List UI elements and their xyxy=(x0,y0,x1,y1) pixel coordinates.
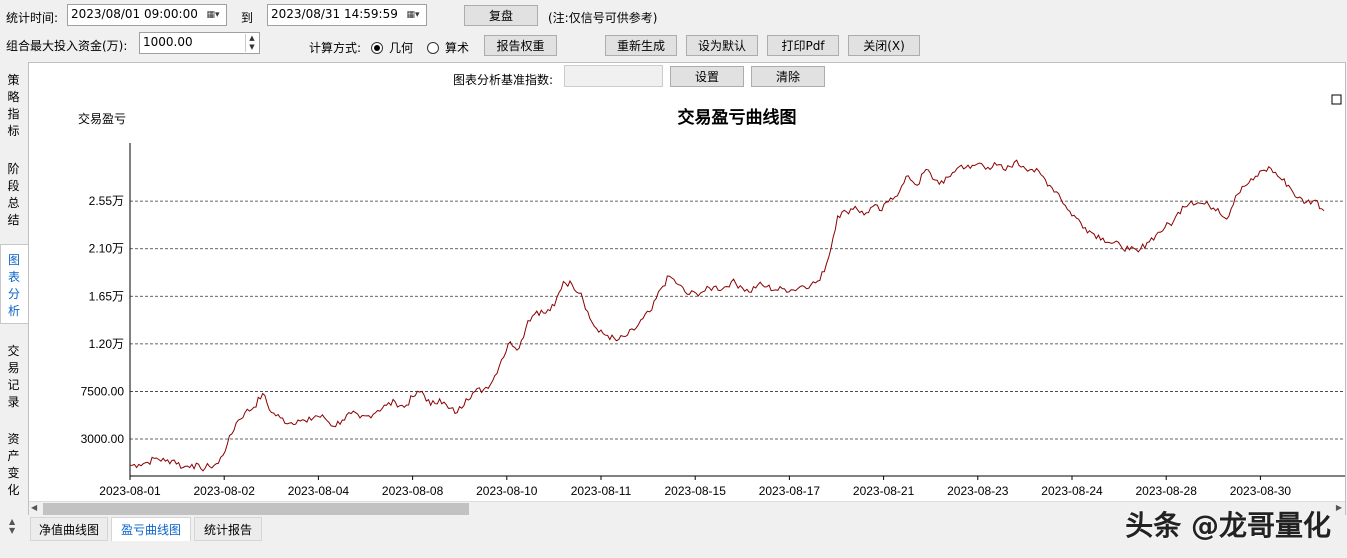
y-tick-label: 7500.00 xyxy=(81,384,125,398)
side-tab-label: 阶段总结 xyxy=(7,162,20,227)
calc-geometric-label: 几何 xyxy=(389,41,414,55)
radio-checked-icon[interactable] xyxy=(371,41,383,54)
set-button[interactable]: 设置 xyxy=(670,66,744,87)
start-time-value: 2023/08/01 09:00:00 xyxy=(71,7,198,21)
x-tick-label: 2023-08-23 xyxy=(947,484,1009,498)
radio-unchecked-icon[interactable] xyxy=(427,41,439,54)
side-scroll-arrows-icon[interactable]: ▲ ▼ xyxy=(9,517,15,535)
max-capital-value: 1000.00 xyxy=(143,35,193,49)
x-tick-label: 2023-08-28 xyxy=(1136,484,1198,498)
stepper-arrows-icon[interactable]: ▲ ▼ xyxy=(245,34,258,52)
x-tick-label: 2023-08-24 xyxy=(1041,484,1103,498)
side-tab-summary[interactable]: 阶段总结 xyxy=(0,161,28,231)
calc-arithmetic-label: 算术 xyxy=(445,41,470,55)
y-tick-label: 2.55万 xyxy=(89,194,124,208)
side-tab-label: 资产变化 xyxy=(7,432,20,497)
bottom-tab-label: 盈亏曲线图 xyxy=(120,523,181,537)
x-tick-label: 2023-08-01 xyxy=(99,484,161,498)
calc-geometric-radio[interactable]: 几何 xyxy=(371,39,413,56)
base-index-label: 图表分析基准指数: xyxy=(453,73,554,87)
x-tick-label: 2023-08-30 xyxy=(1230,484,1292,498)
pnl-chart: 交易盈亏曲线图 交易盈亏 3000.00 7500.00 1.20万 1.65万 2.1… xyxy=(78,94,1345,498)
max-capital-stepper[interactable]: 1000.00 ▲ ▼ xyxy=(139,32,260,54)
to-label: 到 xyxy=(241,11,254,25)
y-tick-label: 1.65万 xyxy=(89,289,124,303)
x-tick-label: 2023-08-21 xyxy=(853,484,915,498)
scrollbar-thumb[interactable] xyxy=(43,503,469,515)
start-time-field[interactable]: 2023/08/01 09:00:00 ▦▾ xyxy=(67,4,227,26)
calc-method-label: 计算方式: xyxy=(309,41,362,55)
pnl-series-line xyxy=(129,159,1325,472)
report-weight-button[interactable]: 报告权重 xyxy=(484,35,557,56)
side-tab-assets[interactable]: 资产变化 xyxy=(0,431,28,501)
note-text: (注:仅信号可供参考) xyxy=(548,11,658,25)
end-time-value: 2023/08/31 14:59:59 xyxy=(271,7,398,21)
calendar-dropdown-icon[interactable]: ▦▾ xyxy=(202,7,224,23)
chart-title: 交易盈亏曲线图 xyxy=(678,107,797,127)
x-tick-label: 2023-08-04 xyxy=(288,484,350,498)
close-button[interactable]: 关闭(X) xyxy=(848,35,920,56)
x-tick-label: 2023-08-02 xyxy=(194,484,256,498)
bottom-tab-label: 净值曲线图 xyxy=(38,522,99,537)
stat-time-label: 统计时间: xyxy=(6,11,59,25)
calendar-dropdown-icon[interactable]: ▦▾ xyxy=(402,7,424,23)
replay-button[interactable]: 复盘 xyxy=(464,5,538,26)
bottom-tab-pnl[interactable]: 盈亏曲线图 xyxy=(111,517,191,541)
scroll-right-icon[interactable]: ▶ xyxy=(1336,503,1342,512)
scroll-left-icon[interactable]: ◀ xyxy=(31,503,37,512)
x-tick-label: 2023-08-08 xyxy=(382,484,444,498)
end-time-field[interactable]: 2023/08/31 14:59:59 ▦▾ xyxy=(267,4,427,26)
calc-arithmetic-radio[interactable]: 算术 xyxy=(427,39,469,56)
max-capital-label: 组合最大投入资金(万): xyxy=(6,39,128,53)
side-tab-strategy[interactable]: 策略指标 xyxy=(0,72,28,142)
x-tick-label: 2023-08-15 xyxy=(665,484,727,498)
x-tick-label: 2023-08-11 xyxy=(571,484,632,498)
y-tick-label: 2.10万 xyxy=(89,242,124,256)
bottom-tab-nav[interactable]: 净值曲线图 xyxy=(30,517,108,541)
chart-maximize-icon[interactable] xyxy=(1331,94,1342,105)
watermark: 头条 @龙哥量化 xyxy=(1125,509,1331,542)
x-tick-label: 2023-08-10 xyxy=(476,484,538,498)
chart-panel: 图表分析基准指数: 设置 清除 交易盈亏曲线图 交易盈亏 3000.00 7500… xyxy=(28,62,1346,515)
side-tab-label: 交易记录 xyxy=(7,344,20,409)
base-index-input[interactable] xyxy=(564,65,663,87)
bottom-tab-label: 统计报告 xyxy=(203,522,252,537)
side-tab-label: 策略指标 xyxy=(7,73,20,138)
side-tab-chart[interactable]: 图表分析 xyxy=(0,244,28,324)
side-tab-trades[interactable]: 交易记录 xyxy=(0,343,28,413)
regenerate-button[interactable]: 重新生成 xyxy=(605,35,677,56)
x-tick-label: 2023-08-17 xyxy=(759,484,821,498)
bottom-tab-report[interactable]: 统计报告 xyxy=(194,517,262,541)
set-default-button[interactable]: 设为默认 xyxy=(686,35,758,56)
y-tick-label: 3000.00 xyxy=(81,432,125,446)
side-tab-label: 图表分析 xyxy=(8,253,21,318)
y-tick-label: 1.20万 xyxy=(89,337,124,351)
clear-button[interactable]: 清除 xyxy=(751,66,825,87)
print-pdf-button[interactable]: 打印Pdf xyxy=(767,35,839,56)
chart-ylabel: 交易盈亏 xyxy=(78,111,126,126)
